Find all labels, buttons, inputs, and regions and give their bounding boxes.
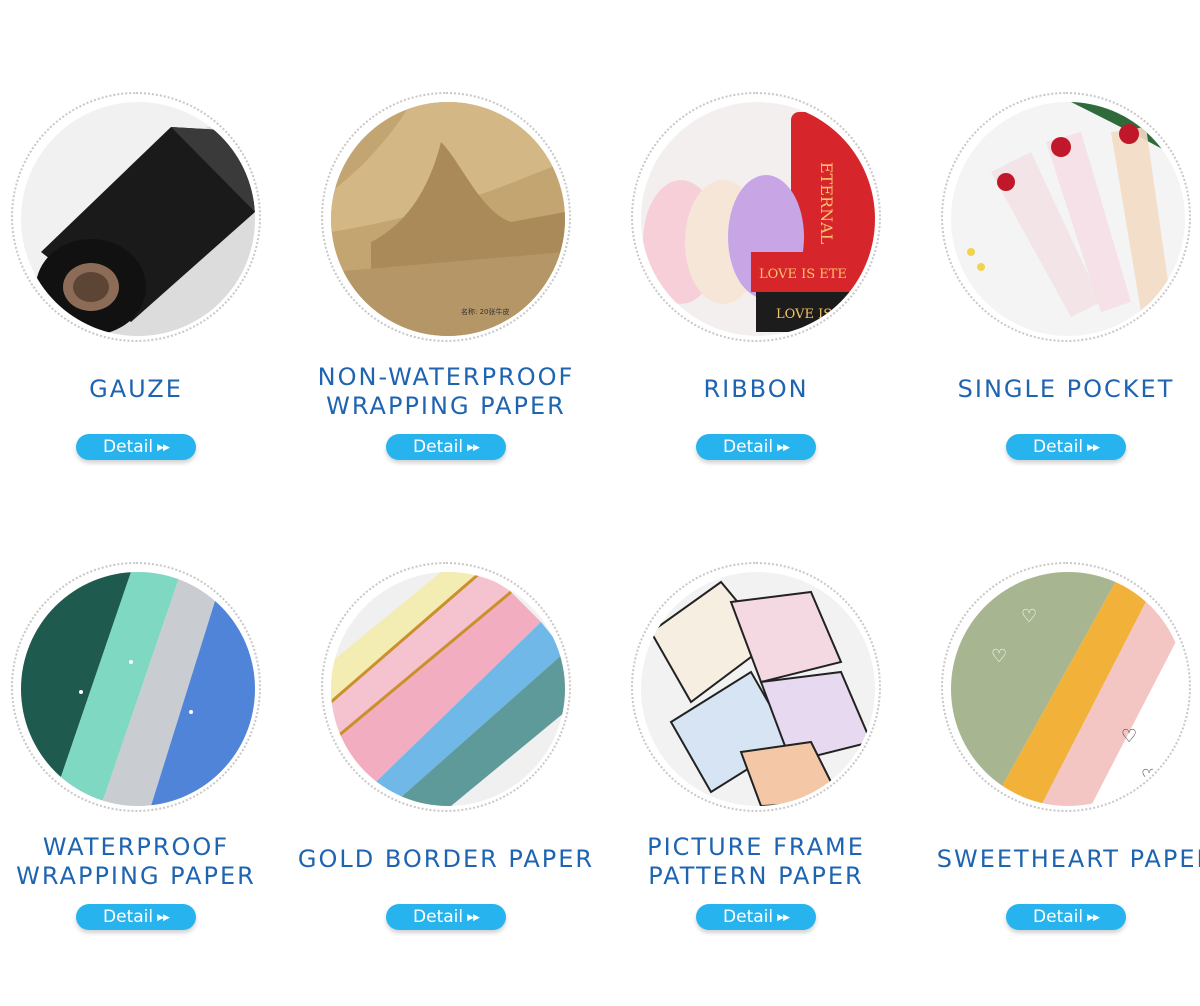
detail-button[interactable]: Detail ▶▶ <box>1006 434 1126 460</box>
detail-button-label: Detail <box>103 907 154 927</box>
product-photo-ribbon[interactable]: ETERNAL LOVE IS ETE LOVE IS <box>641 102 875 336</box>
detail-button[interactable]: Detail ▶▶ <box>386 904 506 930</box>
detail-button-label: Detail <box>723 437 774 457</box>
ribbon-text-red: ETERNAL <box>817 162 836 245</box>
product-title: GAUZE <box>89 375 183 403</box>
detail-button-label: Detail <box>1033 437 1084 457</box>
product-title: PICTURE FRAME PATTERN PAPER <box>647 833 865 890</box>
product-title-text: NON-WATERPROOF WRAPPING PAPER <box>317 363 575 420</box>
product-title: SINGLE POCKET <box>957 375 1175 403</box>
heart-icon: ♡ <box>1141 766 1157 786</box>
product-photo-gold-border[interactable] <box>331 572 565 806</box>
product-image-frame <box>941 92 1191 342</box>
ribbon-text-black: LOVE IS <box>776 307 832 322</box>
product-photo-waterproof[interactable] <box>21 572 255 806</box>
double-chevron-right-icon: ▶▶ <box>777 913 790 923</box>
double-chevron-right-icon: ▶▶ <box>157 913 170 923</box>
detail-button-label: Detail <box>723 907 774 927</box>
detail-button-label: Detail <box>1033 907 1084 927</box>
product-title: SWEETHEART PAPER <box>936 845 1200 873</box>
heart-icon: ♡ <box>1121 726 1137 746</box>
ribbon-text-middle: LOVE IS ETE <box>759 267 847 282</box>
product-photo-pocket[interactable] <box>951 102 1185 336</box>
product-photo-kraft[interactable]: 名称: 20张牛皮 <box>331 102 565 336</box>
detail-button[interactable]: Detail ▶▶ <box>386 434 506 460</box>
heart-icon: ♡ <box>991 646 1007 666</box>
product-title: NON-WATERPROOF WRAPPING PAPER <box>291 363 601 421</box>
double-chevron-right-icon: ▶▶ <box>157 443 170 453</box>
double-chevron-right-icon: ▶▶ <box>777 443 790 453</box>
double-chevron-right-icon: ▶▶ <box>1087 913 1100 923</box>
product-photo-frame-pattern[interactable] <box>641 572 875 806</box>
detail-button[interactable]: Detail ▶▶ <box>1006 904 1126 930</box>
detail-button-label: Detail <box>103 437 154 457</box>
kraft-label: 名称: 20张牛皮 <box>461 307 510 316</box>
product-title: RIBBON <box>703 375 809 403</box>
product-image-frame: 名称: 20张牛皮 <box>321 92 571 342</box>
product-image-frame <box>631 562 881 812</box>
product-image-frame: ♡ ♡ ♡ ♡ <box>941 562 1191 812</box>
product-image-frame: ETERNAL LOVE IS ETE LOVE IS <box>631 92 881 342</box>
product-image-frame <box>321 562 571 812</box>
detail-button-label: Detail <box>413 437 464 457</box>
detail-button[interactable]: Detail ▶▶ <box>696 904 816 930</box>
product-image-frame <box>11 562 261 812</box>
product-image-frame <box>11 92 261 342</box>
double-chevron-right-icon: ▶▶ <box>1087 443 1100 453</box>
product-photo-gauze[interactable] <box>21 102 255 336</box>
detail-button[interactable]: Detail ▶▶ <box>696 434 816 460</box>
product-title: GOLD BORDER PAPER <box>297 845 595 873</box>
double-chevron-right-icon: ▶▶ <box>467 913 480 923</box>
detail-button[interactable]: Detail ▶▶ <box>76 904 196 930</box>
detail-button[interactable]: Detail ▶▶ <box>76 434 196 460</box>
double-chevron-right-icon: ▶▶ <box>467 443 480 453</box>
product-title: WATERPROOF WRAPPING PAPER <box>16 833 256 890</box>
heart-icon: ♡ <box>1021 606 1037 626</box>
product-photo-sweetheart[interactable]: ♡ ♡ ♡ ♡ <box>951 572 1185 806</box>
detail-button-label: Detail <box>413 907 464 927</box>
